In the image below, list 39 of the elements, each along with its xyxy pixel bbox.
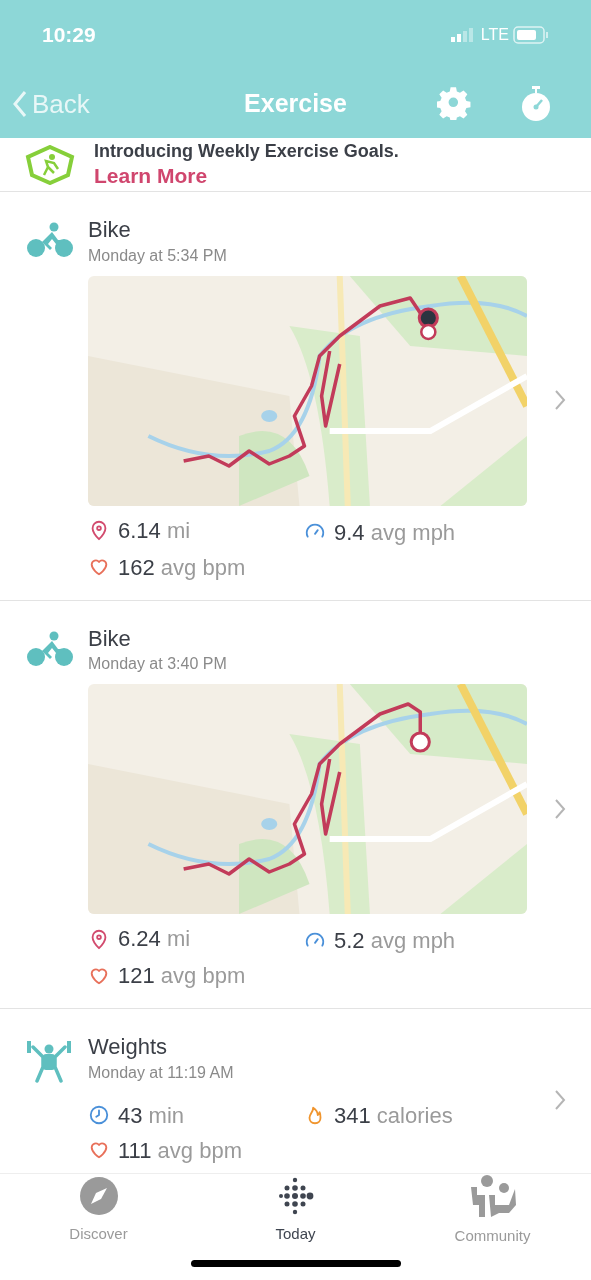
metric-text: 121 avg bpm [118, 962, 246, 991]
page-title: Exercise [243, 88, 348, 120]
chevron-right-icon[interactable] [553, 389, 567, 412]
workout-time: Monday at 5:34 PM [88, 245, 228, 266]
weightlifter-icon [26, 1039, 72, 1084]
workout-name: Weights [88, 1033, 169, 1061]
tab-bar-item[interactable]: Today [197, 1173, 394, 1248]
bike-icon [26, 222, 74, 259]
metric-text: 5.2 avg mph [334, 927, 456, 956]
workout-time: Monday at 3:40 PM [88, 654, 228, 675]
network-label: LTE [480, 25, 509, 45]
stopwatch-icon[interactable] [519, 86, 553, 122]
running-badge-icon [24, 144, 76, 185]
workout-name: Bike [88, 216, 132, 244]
status-time: 10:29 [42, 22, 96, 49]
learn-more-link[interactable]: Learn More [94, 162, 399, 190]
chevron-left-icon [12, 89, 28, 119]
back-button[interactable]: Back [12, 84, 192, 124]
metric-text: 6.14 mi [118, 516, 191, 545]
metric-text: 341 calories [334, 1101, 453, 1130]
home-indicator[interactable] [190, 1260, 401, 1268]
banner-title: Introducing Weekly Exercise Goals. [94, 140, 399, 163]
chevron-right-icon[interactable] [553, 1089, 567, 1112]
workout-name: Bike [88, 624, 132, 653]
metric-text: 6.24 mi [118, 925, 191, 954]
workout-time: Monday at 11:19 AM [88, 1062, 235, 1083]
metric-text: 111 avg bpm [118, 1136, 242, 1165]
metric-text: 9.4 avg mph [334, 518, 456, 547]
metric-text: 162 avg bpm [118, 553, 246, 582]
people-icon [468, 1174, 517, 1217]
bike-icon [26, 630, 74, 667]
clock-icon [88, 1104, 110, 1127]
tab-bar-item[interactable]: Discover [0, 1173, 197, 1248]
settings-icon[interactable] [437, 86, 471, 120]
metric-text: 43 min [118, 1101, 185, 1130]
tab-bar-item[interactable]: Community [394, 1173, 591, 1248]
compass-icon [79, 1176, 118, 1215]
battery-icon [513, 26, 549, 44]
chevron-right-icon[interactable] [553, 797, 567, 820]
